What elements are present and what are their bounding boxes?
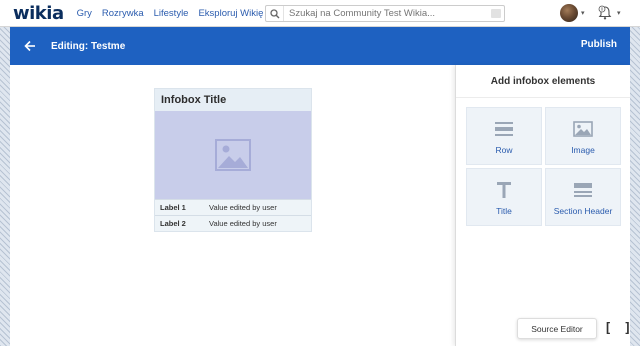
nav-links: Gry Rozrywka Lifestyle Eksploruj Wikię▾: [77, 8, 279, 19]
panel-title: Add infobox elements: [456, 65, 630, 98]
tile-label: Row: [495, 144, 513, 155]
infobox-row[interactable]: Label 2 Value edited by user: [155, 215, 311, 231]
wikia-logo[interactable]: wikia: [13, 3, 64, 24]
bell-icon[interactable]: 0: [597, 5, 613, 21]
nav-link-games[interactable]: Gry: [77, 8, 92, 19]
infobox-preview[interactable]: Infobox Title Label 1 Value edited by us…: [154, 88, 312, 232]
element-tiles: Row Image Title Section Header: [466, 107, 621, 226]
chevron-down-icon[interactable]: ▾: [617, 9, 621, 17]
tile-label: Section Header: [553, 205, 613, 216]
back-arrow-icon[interactable]: [22, 38, 38, 54]
publish-button[interactable]: Publish: [581, 39, 617, 50]
chevron-down-icon[interactable]: ▾: [581, 9, 585, 17]
infobox-row-label: Label 1: [160, 203, 186, 212]
source-editor-tooltip: Source Editor: [517, 318, 597, 339]
nav-link-explore-label: Eksploruj Wikię: [198, 7, 264, 19]
tile-label: Image: [571, 144, 595, 155]
source-editor-brackets-icon[interactable]: [ ]: [604, 321, 633, 336]
row-icon: [494, 118, 514, 140]
avatar[interactable]: [560, 4, 578, 22]
infobox-row-label: Label 2: [160, 219, 186, 228]
title-icon: [496, 179, 512, 201]
infobox-row-value: Value edited by user: [209, 203, 277, 212]
infobox-row[interactable]: Label 1 Value edited by user: [155, 199, 311, 215]
editor-header: Editing: Testme Publish: [10, 27, 630, 65]
search-input[interactable]: [284, 8, 489, 19]
infobox-row-value: Value edited by user: [209, 219, 277, 228]
global-navigation: wikia Gry Rozrywka Lifestyle Eksploruj W…: [0, 0, 640, 27]
section-header-icon: [573, 179, 593, 201]
editor-canvas: Infobox Title Label 1 Value edited by us…: [10, 65, 455, 346]
add-section-header-button[interactable]: Section Header: [545, 168, 621, 226]
add-title-button[interactable]: Title: [466, 168, 542, 226]
search-icon[interactable]: [266, 6, 284, 21]
search-box: [265, 5, 505, 22]
image-icon: [573, 118, 593, 140]
infobox-image[interactable]: [155, 111, 311, 199]
tile-label: Title: [496, 205, 512, 216]
infobox-title[interactable]: Infobox Title: [155, 89, 311, 111]
nav-link-lifestyle[interactable]: Lifestyle: [154, 8, 189, 19]
add-image-button[interactable]: Image: [545, 107, 621, 165]
image-placeholder-icon: [215, 139, 251, 171]
add-row-button[interactable]: Row: [466, 107, 542, 165]
search-submit-button[interactable]: [491, 9, 501, 18]
nav-link-explore[interactable]: Eksploruj Wikię▾: [198, 8, 268, 19]
add-elements-panel: Add infobox elements Row Image Title Sec…: [455, 65, 630, 346]
nav-link-entertainment[interactable]: Rozrywka: [102, 8, 144, 19]
page-title: Editing: Testme: [51, 40, 126, 52]
